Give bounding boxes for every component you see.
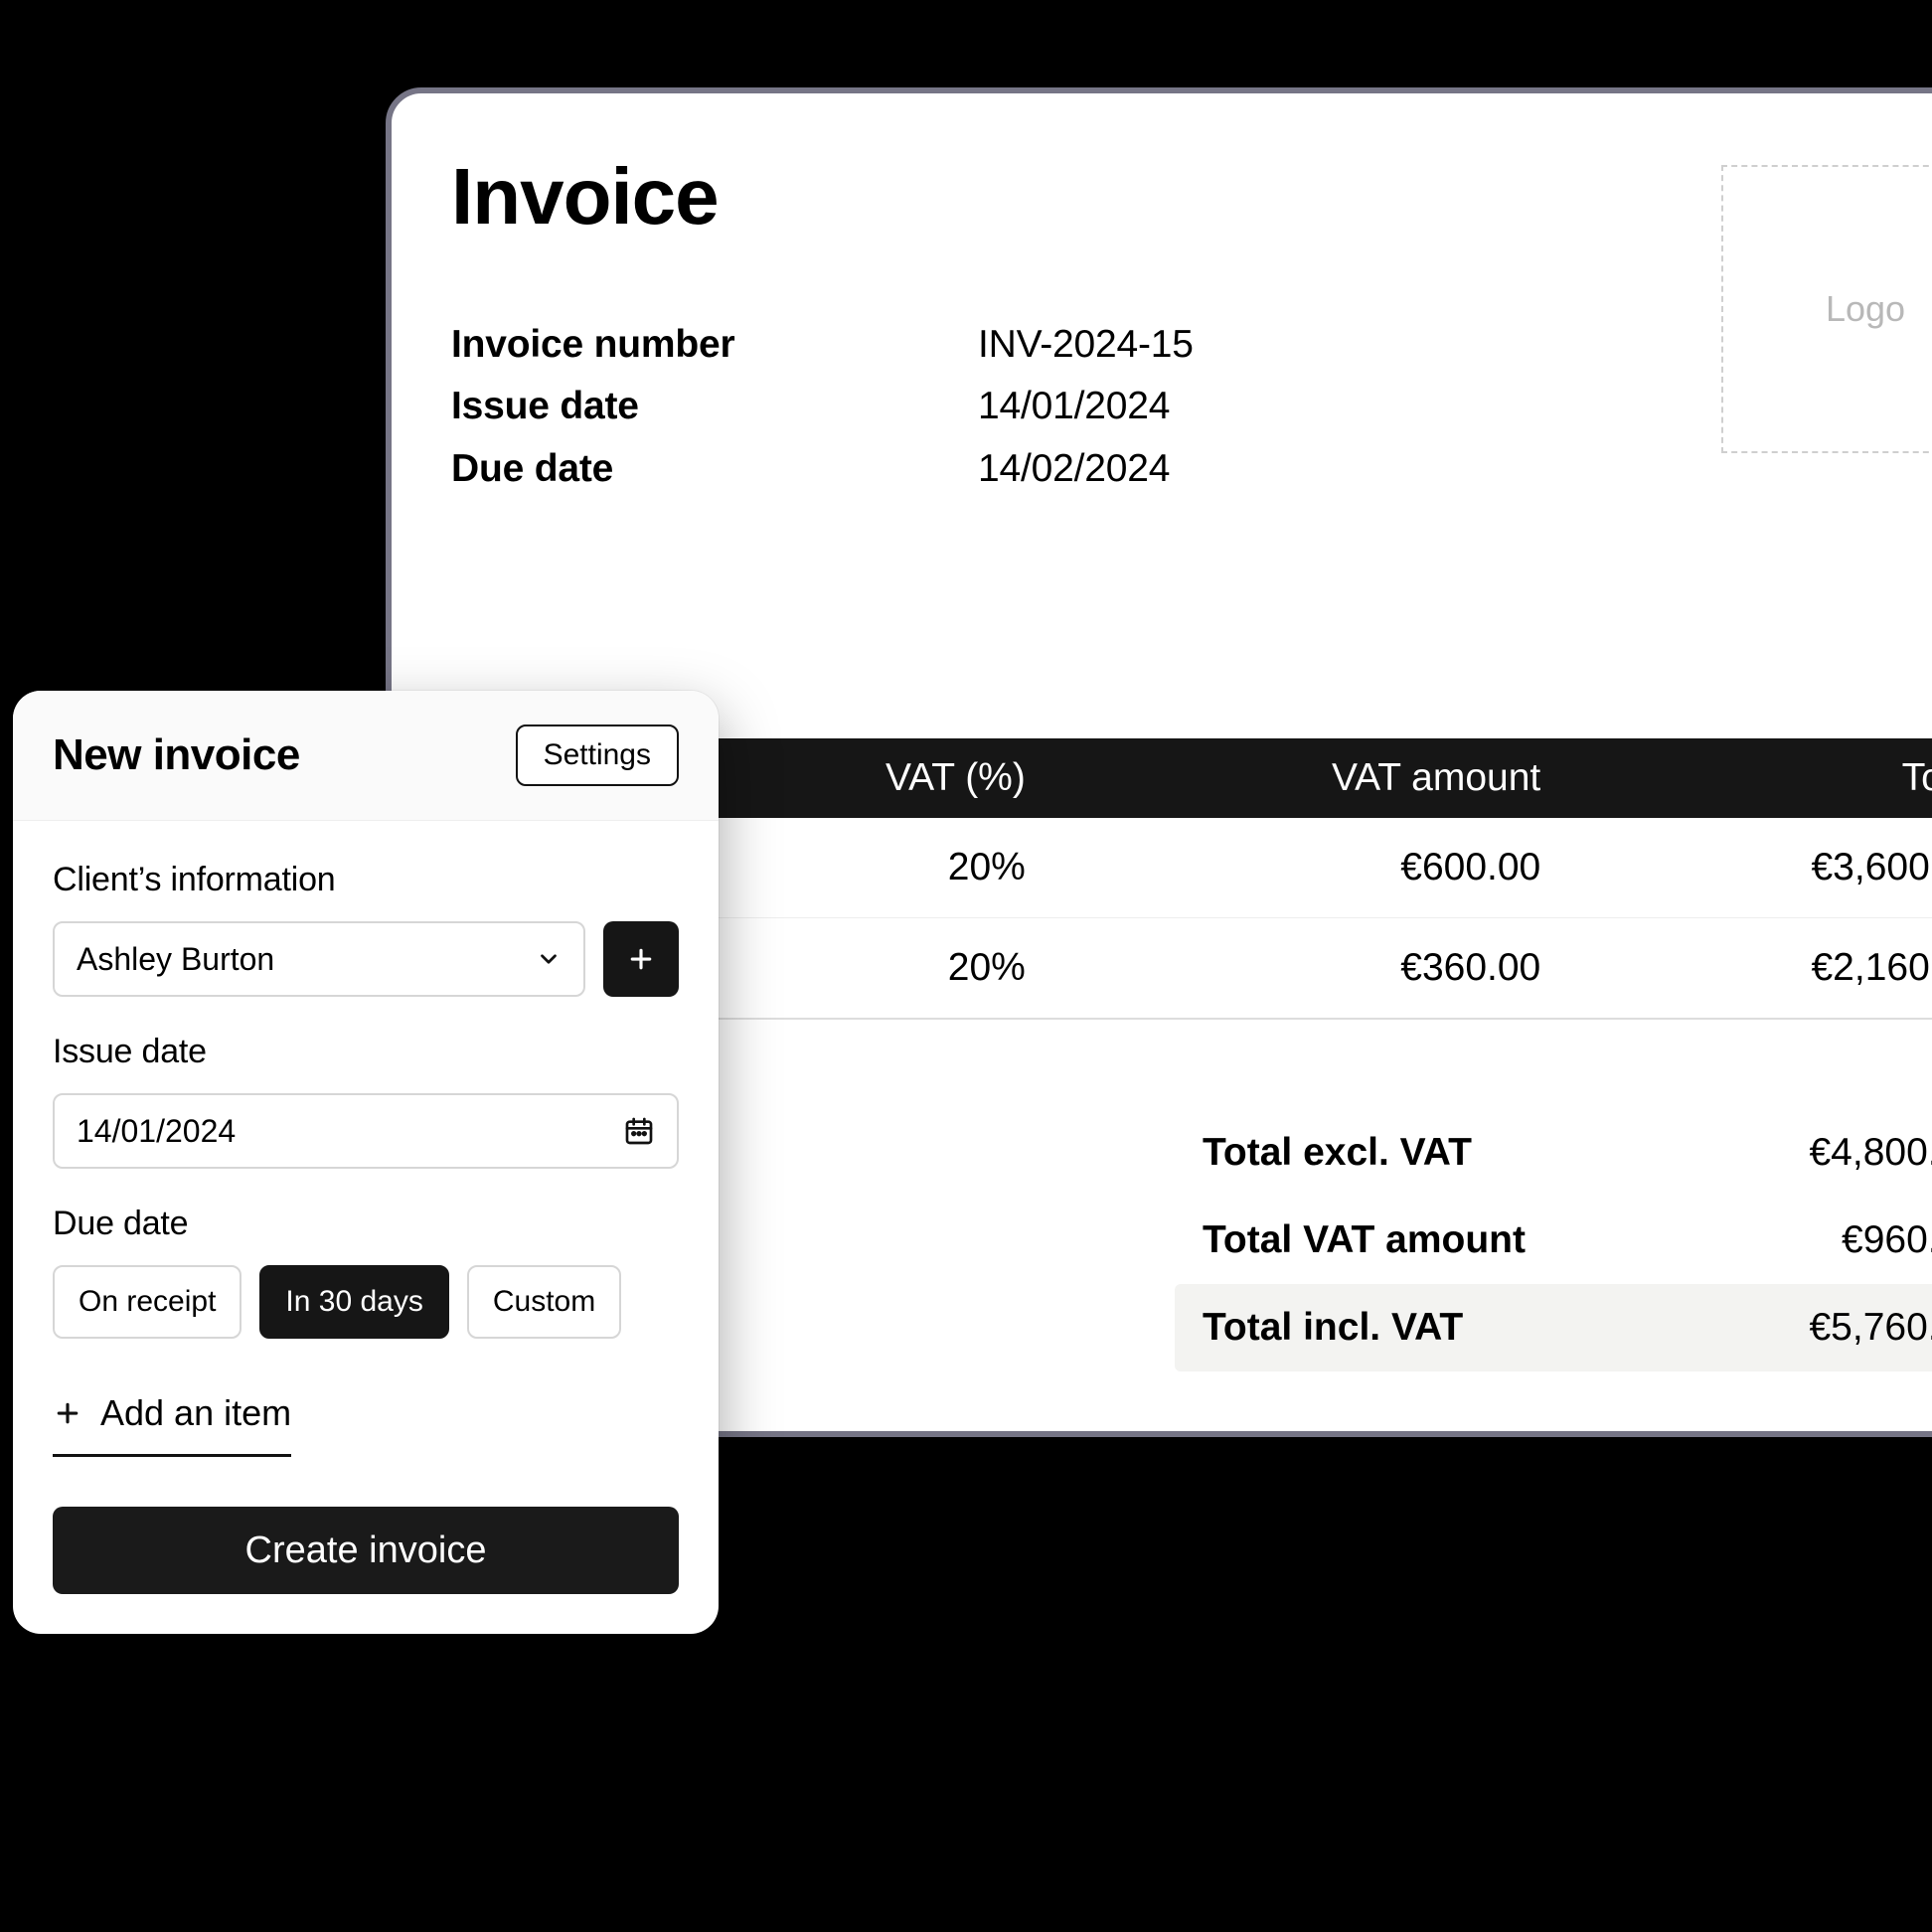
plus-icon — [626, 944, 656, 974]
client-select[interactable]: Ashley Burton — [53, 921, 585, 997]
cell-vat-amount: €600.00 — [1051, 818, 1566, 918]
total-vat-label: Total VAT amount — [1203, 1218, 1526, 1262]
invoice-number-value: INV-2024-15 — [978, 314, 1194, 376]
cell-total: €2,160.00 — [1566, 918, 1932, 1020]
due-option-custom[interactable]: Custom — [467, 1265, 621, 1339]
client-select-value: Ashley Burton — [77, 941, 274, 978]
logo-placeholder[interactable]: Logo — [1721, 165, 1932, 453]
add-item-label: Add an item — [100, 1392, 291, 1434]
invoice-number-label: Invoice number — [451, 314, 978, 376]
issue-date-label: Issue date — [451, 376, 978, 437]
settings-button[interactable]: Settings — [516, 724, 679, 786]
total-excl-label: Total excl. VAT — [1203, 1131, 1472, 1175]
due-option-on-receipt[interactable]: On receipt — [53, 1265, 242, 1339]
col-vat-amount: VAT amount — [1051, 738, 1566, 818]
total-incl-label: Total incl. VAT — [1203, 1306, 1463, 1350]
due-date-value: 14/02/2024 — [978, 438, 1170, 500]
issue-date-input-value: 14/01/2024 — [77, 1113, 236, 1150]
panel-title: New invoice — [53, 730, 300, 780]
issue-date-value: 14/01/2024 — [978, 376, 1170, 437]
totals: Total excl. VAT €4,800.00 Total VAT amou… — [1175, 1109, 1932, 1371]
due-option-30-days[interactable]: In 30 days — [259, 1265, 448, 1339]
add-item-button[interactable]: Add an item — [53, 1384, 291, 1457]
total-excl-value: €4,800.00 — [1809, 1131, 1932, 1175]
total-vat-value: €960.00 — [1842, 1218, 1932, 1262]
col-vat-pct: VAT (%) — [673, 738, 1051, 818]
plus-icon — [53, 1398, 82, 1428]
cell-vat-pct: 20% — [673, 918, 1051, 1020]
calendar-icon — [623, 1115, 655, 1147]
cell-vat-amount: €360.00 — [1051, 918, 1566, 1020]
col-total: Total — [1566, 738, 1932, 818]
preview-title: Invoice — [451, 151, 1194, 242]
chevron-down-icon — [536, 946, 562, 972]
issue-date-field-label: Issue date — [53, 1033, 679, 1071]
due-date-field-label: Due date — [53, 1205, 679, 1243]
add-client-button[interactable] — [603, 921, 679, 997]
cell-vat-pct: 20% — [673, 818, 1051, 918]
cell-total: €3,600.00 — [1566, 818, 1932, 918]
total-incl-value: €5,760.00 — [1809, 1306, 1932, 1350]
due-date-label: Due date — [451, 438, 978, 500]
logo-placeholder-label: Logo — [1826, 288, 1905, 330]
issue-date-input[interactable]: 14/01/2024 — [53, 1093, 679, 1169]
create-invoice-button[interactable]: Create invoice — [53, 1507, 679, 1594]
client-info-label: Client’s information — [53, 861, 679, 899]
new-invoice-panel: New invoice Settings Client’s informatio… — [13, 691, 719, 1634]
